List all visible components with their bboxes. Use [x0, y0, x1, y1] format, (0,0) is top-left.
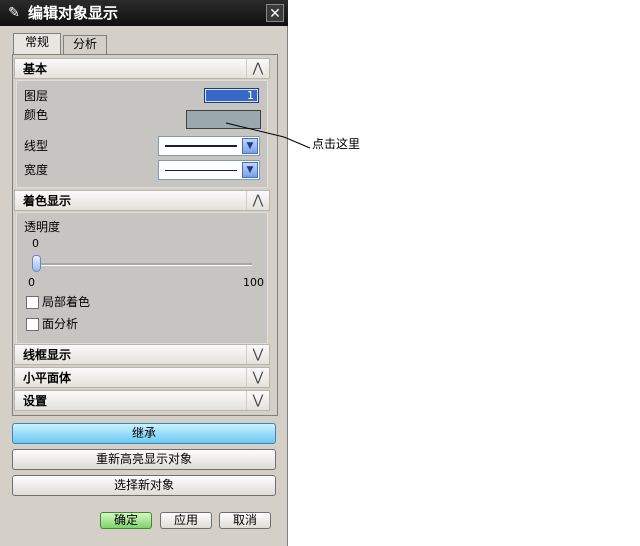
annotation-hint-text: 点击这里: [312, 137, 361, 151]
annotation-line-b: [283, 136, 311, 149]
annotation-overlay: [225, 122, 311, 149]
annotation-line-a: [225, 122, 285, 138]
